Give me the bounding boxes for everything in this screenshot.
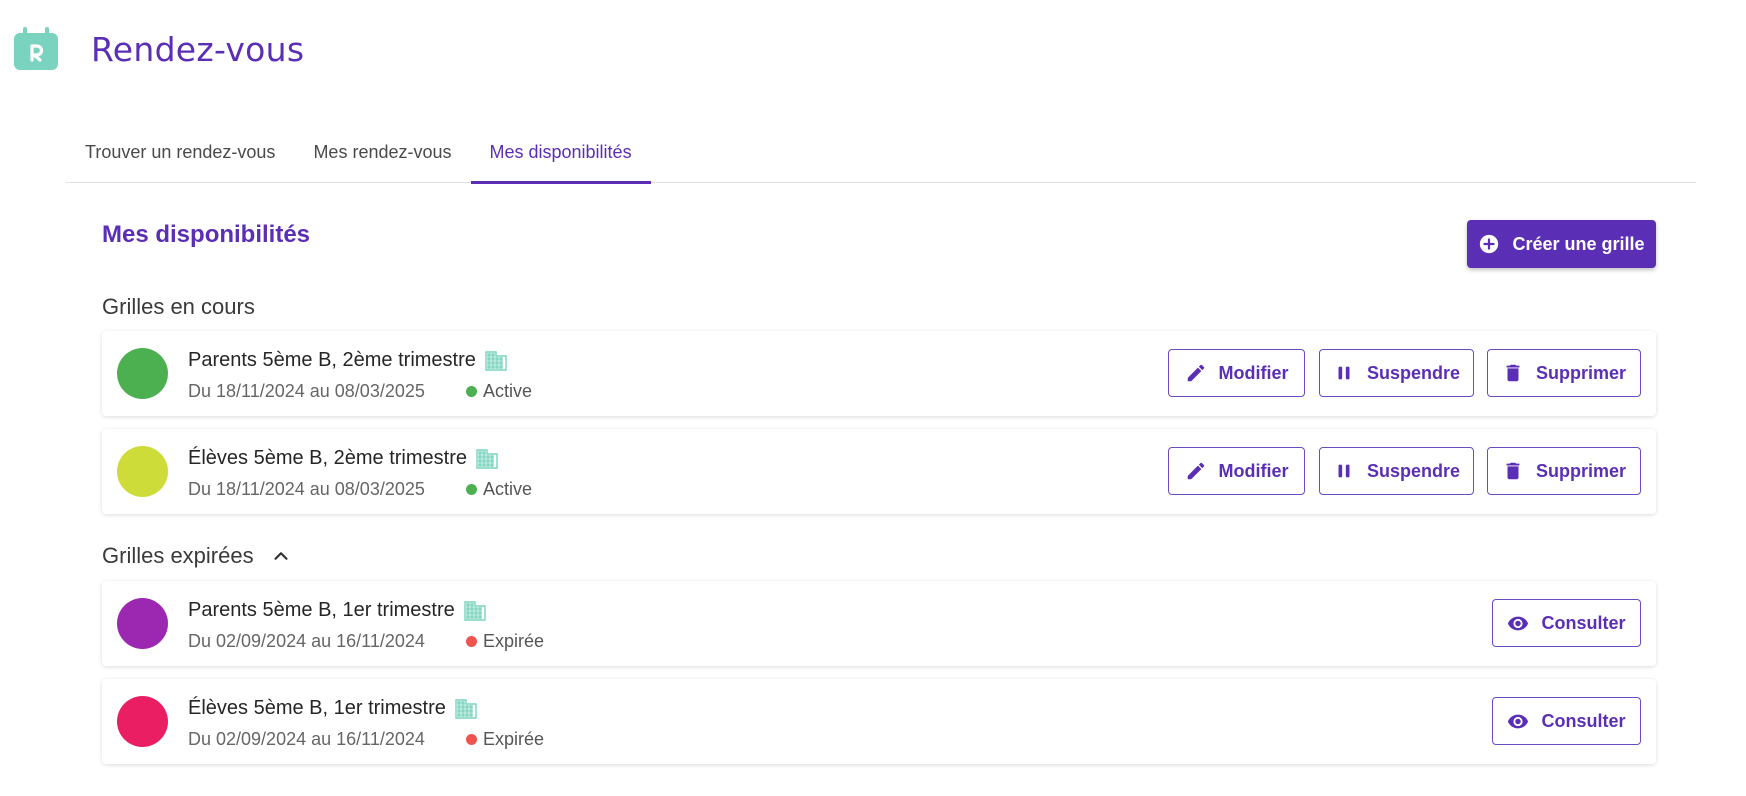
calendar-logo-icon (14, 27, 58, 71)
suspend-button[interactable]: Suspendre (1319, 447, 1474, 495)
grid-color-dot (117, 696, 168, 747)
grid-card: Élèves 5ème B, 2ème trimestre Du 18/11/2… (102, 429, 1656, 514)
grid-dates: Du 02/09/2024 au 16/11/2024 (188, 631, 425, 651)
add-circle-icon (1480, 234, 1499, 254)
delete-button[interactable]: Supprimer (1487, 349, 1641, 397)
status-dot (466, 484, 477, 495)
edit-button[interactable]: Modifier (1168, 349, 1305, 397)
suspend-label: Suspendre (1366, 362, 1461, 383)
status-dot (466, 734, 477, 745)
suspend-label: Suspendre (1366, 460, 1461, 481)
edit-label: Modifier (1218, 460, 1289, 481)
grid-color-dot (117, 446, 168, 497)
pause-icon (1338, 464, 1350, 478)
delete-label: Supprimer (1535, 362, 1627, 383)
delete-label: Supprimer (1535, 460, 1627, 481)
expired-grids-title: Grilles expirées (102, 543, 254, 568)
tab-my-appointments[interactable]: Mes rendez-vous (294, 122, 470, 183)
status-dot (466, 386, 477, 397)
expired-grids-heading[interactable]: Grilles expirées (102, 543, 292, 569)
grid-name-text: Parents 5ème B, 1er trimestre (188, 599, 455, 621)
eye-icon (1508, 616, 1529, 631)
view-button[interactable]: Consulter (1492, 599, 1641, 647)
grid-color-dot (117, 598, 168, 649)
current-grids-title: Grilles en cours (102, 294, 255, 319)
status-dot (466, 636, 477, 647)
suspend-button[interactable]: Suspendre (1319, 349, 1474, 397)
page-title: Mes disponibilités (102, 221, 311, 248)
trash-icon (1506, 364, 1520, 382)
grid-dates: Du 18/11/2024 au 08/03/2025 (188, 479, 425, 499)
edit-label: Modifier (1218, 362, 1289, 383)
grid-name: Élèves 5ème B, 1er trimestre (188, 697, 477, 720)
edit-button[interactable]: Modifier (1168, 447, 1305, 495)
pencil-icon (1187, 462, 1204, 480)
eye-icon (1508, 714, 1529, 729)
grid-card: Parents 5ème B, 1er trimestre Du 02/09/2… (102, 581, 1656, 666)
grid-name: Élèves 5ème B, 2ème trimestre (188, 447, 498, 470)
status-label: Active (483, 381, 533, 401)
app-title: Rendez-vous (91, 29, 305, 69)
grid-name-text: Parents 5ème B, 2ème trimestre (188, 349, 476, 371)
pause-icon (1338, 366, 1350, 380)
status-badge: Active (466, 381, 532, 402)
status-label: Expirée (483, 729, 545, 749)
grid-name-text: Élèves 5ème B, 1er trimestre (188, 697, 446, 719)
grid-name: Parents 5ème B, 2ème trimestre (188, 349, 507, 372)
building-icon (464, 600, 486, 621)
grid-color-dot (117, 348, 168, 399)
trash-icon (1506, 462, 1520, 480)
building-icon (476, 448, 498, 469)
current-grids-heading: Grilles en cours (102, 294, 255, 320)
grid-name-text: Élèves 5ème B, 2ème trimestre (188, 447, 467, 469)
grid-card: Élèves 5ème B, 1er trimestre Du 02/09/20… (102, 679, 1656, 764)
delete-button[interactable]: Supprimer (1487, 447, 1641, 495)
building-icon (455, 698, 477, 719)
view-label: Consulter (1541, 710, 1626, 731)
tab-find-appointment[interactable]: Trouver un rendez-vous (66, 122, 294, 183)
create-grid-label: Créer une grille (1512, 233, 1645, 254)
view-button[interactable]: Consulter (1492, 697, 1641, 745)
grid-card: Parents 5ème B, 2ème trimestre Du 18/11/… (102, 331, 1656, 416)
building-icon (485, 350, 507, 371)
pencil-icon (1187, 364, 1204, 382)
status-label: Active (483, 479, 533, 499)
tab-bar: Trouver un rendez-vous Mes rendez-vous M… (66, 122, 1696, 184)
grid-dates: Du 18/11/2024 au 08/03/2025 (188, 381, 425, 401)
status-badge: Expirée (466, 729, 544, 750)
create-grid-button[interactable]: Créer une grille (1467, 220, 1656, 268)
view-label: Consulter (1541, 612, 1626, 633)
grid-dates: Du 02/09/2024 au 16/11/2024 (188, 729, 425, 749)
chevron-up-icon[interactable] (270, 545, 292, 567)
tab-my-availabilities[interactable]: Mes disponibilités (470, 122, 651, 184)
status-badge: Active (466, 479, 532, 500)
status-badge: Expirée (466, 631, 544, 652)
status-label: Expirée (483, 631, 545, 651)
grid-name: Parents 5ème B, 1er trimestre (188, 599, 486, 622)
app-header: Rendez-vous (14, 26, 304, 72)
